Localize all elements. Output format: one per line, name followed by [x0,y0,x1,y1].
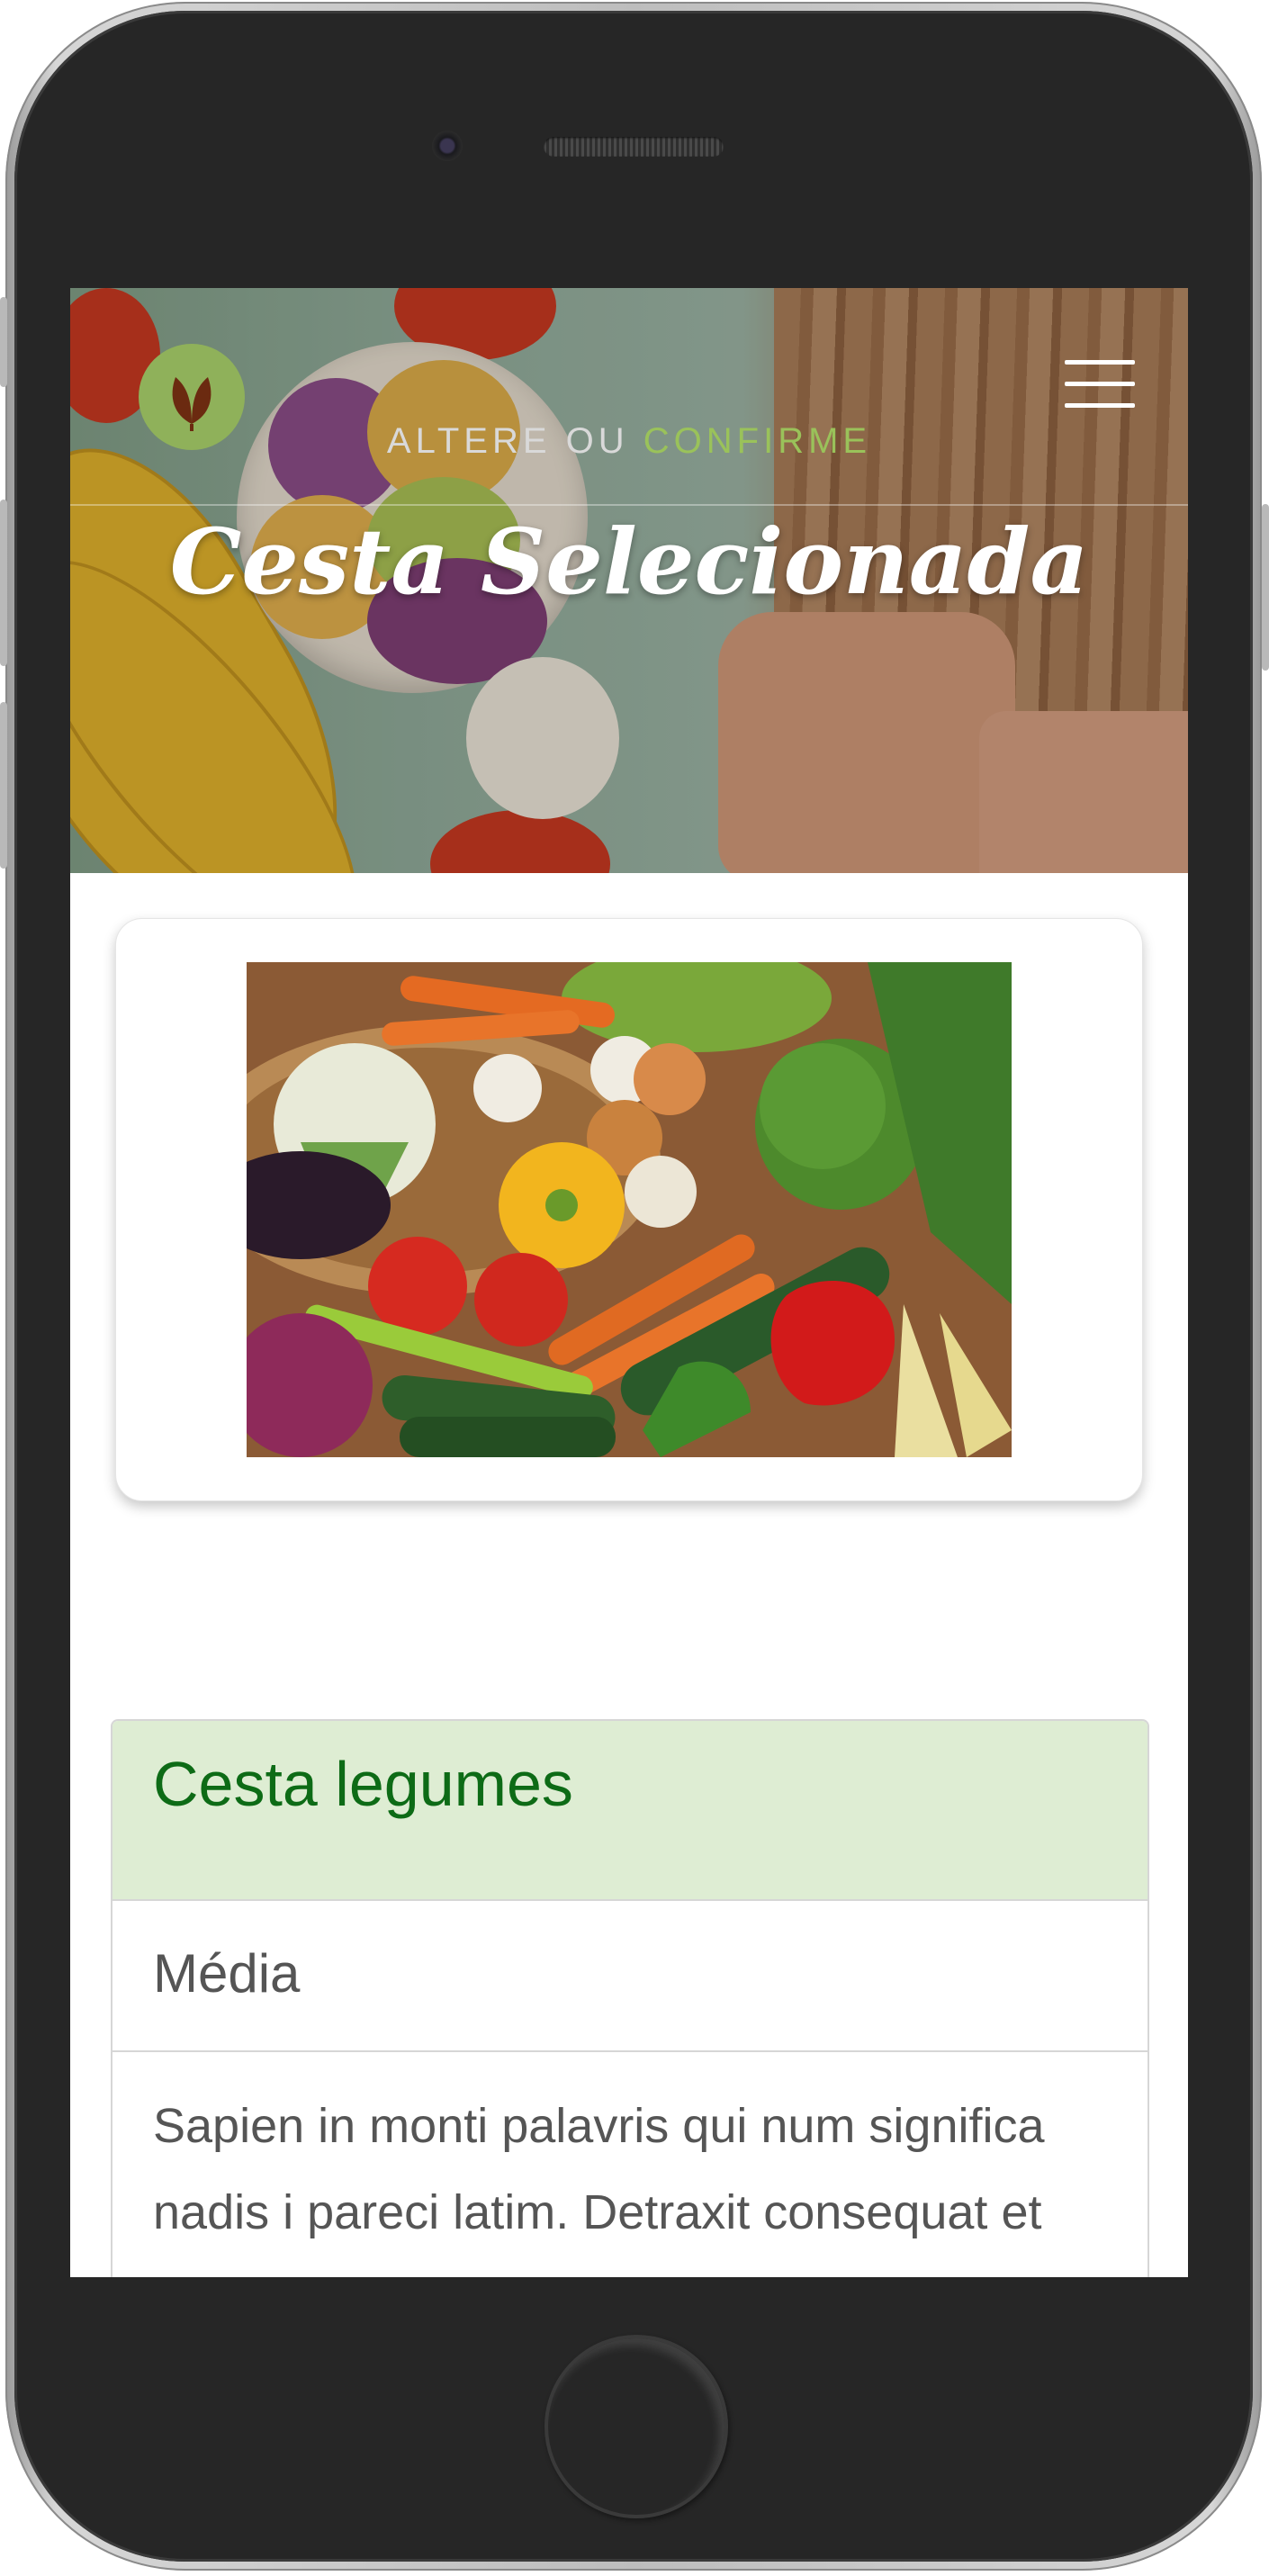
hero-divider [70,504,1188,506]
page-title: Cesta Selecionada [169,509,1089,615]
product-name: Cesta legumes [153,1749,573,1819]
volume-up-button [0,500,7,666]
vegetables-photo [247,962,1012,1457]
product-description: Sapien in monti palavris qui num signifi… [153,2099,1045,2239]
product-size: Média [153,1943,301,2004]
front-camera [432,131,463,161]
volume-down-button [0,702,7,869]
kicker-accent-text: CONFIRME [643,421,872,461]
home-button[interactable] [544,2335,728,2518]
mute-switch [0,297,7,387]
phone-screen: ALTERE OU CONFIRME Cesta Selecionada Ces… [70,288,1188,2277]
kicker-text: ALTERE OU [386,421,629,461]
hero-kicker: ALTERE OU CONFIRME [70,421,1188,462]
product-panel: Cesta legumes Média Sapien in monti pala… [111,1719,1149,2277]
size-row: Média [112,1901,1148,2052]
product-image-card [115,918,1143,1501]
hero-header: ALTERE OU CONFIRME Cesta Selecionada [70,288,1188,873]
power-button [1262,504,1269,671]
hamburger-menu-icon[interactable] [1065,360,1135,410]
earpiece-speaker [544,137,724,157]
panel-header: Cesta legumes [112,1721,1148,1901]
